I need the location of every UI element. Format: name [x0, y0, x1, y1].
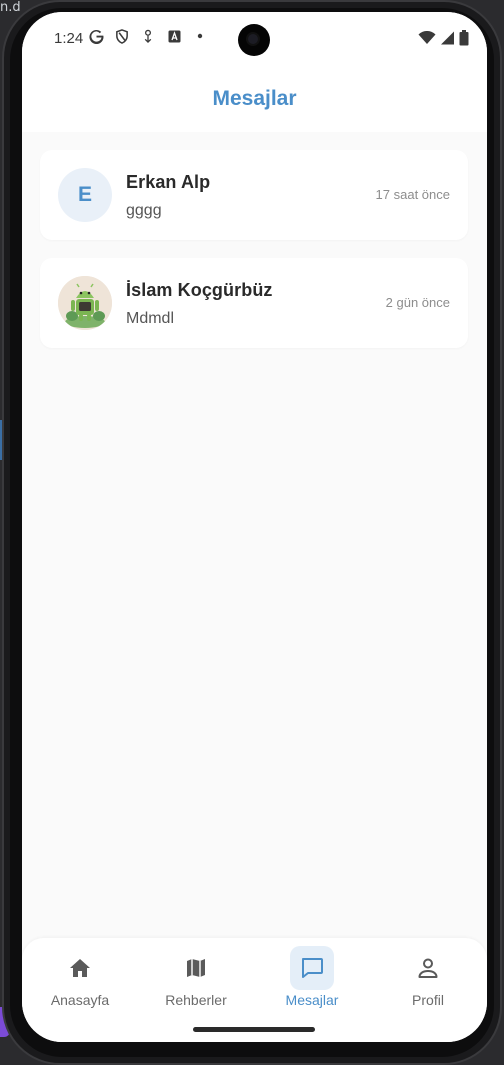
store-icon	[166, 28, 182, 44]
nav-label: Mesajlar	[285, 992, 339, 1008]
chat-list-item[interactable]: İslam Koçgürbüz Mdmdl 2 gün önce	[40, 258, 468, 348]
status-system-icons	[418, 30, 469, 51]
dot-icon	[192, 28, 208, 44]
chat-contact-name: Erkan Alp	[126, 172, 211, 192]
chat-last-message: gggg	[126, 202, 162, 219]
home-icon	[70, 959, 90, 977]
app-bar: Mesajlar	[22, 66, 487, 132]
nav-item-anasayfa[interactable]: Anasayfa	[22, 946, 138, 1016]
chat-icon	[302, 958, 323, 978]
chat-timestamp: 17 saat önce	[375, 187, 450, 202]
chat-timestamp: 2 gün önce	[385, 295, 450, 310]
front-camera	[238, 24, 270, 56]
map-icon	[187, 959, 205, 977]
wifi-icon	[418, 30, 436, 50]
person-icon	[418, 958, 438, 978]
nav-item-mesajlar[interactable]: Mesajlar	[254, 946, 370, 1016]
nav-item-rehberler[interactable]: Rehberler	[138, 946, 254, 1016]
download-icon	[140, 28, 156, 44]
chat-contact-name: İslam Koçgürbüz	[126, 280, 273, 300]
chat-list: E Erkan Alp gggg 17 saat önce İslam Koçg…	[40, 150, 468, 366]
avatar	[58, 276, 112, 330]
google-icon	[88, 28, 104, 44]
nav-label: Anasayfa	[50, 992, 110, 1008]
home-indicator[interactable]	[193, 1027, 315, 1032]
nav-item-profil[interactable]: Profil	[370, 946, 486, 1016]
chat-list-item[interactable]: E Erkan Alp gggg 17 saat önce	[40, 150, 468, 240]
page-title: Mesajlar	[212, 87, 297, 110]
battery-icon	[459, 30, 469, 51]
status-notification-icons	[88, 28, 208, 44]
nav-label: Rehberler	[165, 992, 227, 1008]
phone-screen: 1:24 Mesajlar E Erkan Alp gggg 17 saat ö…	[22, 12, 487, 1042]
status-bar: 1:24	[22, 12, 487, 66]
chat-last-message: Mdmdl	[126, 310, 175, 327]
signal-icon	[440, 31, 455, 50]
shield-icon	[114, 28, 130, 44]
status-time: 1:24	[54, 30, 84, 47]
avatar-initial: E	[77, 183, 92, 206]
android-robot-image	[58, 276, 112, 330]
nav-label: Profil	[412, 992, 444, 1008]
avatar: E	[58, 168, 112, 222]
